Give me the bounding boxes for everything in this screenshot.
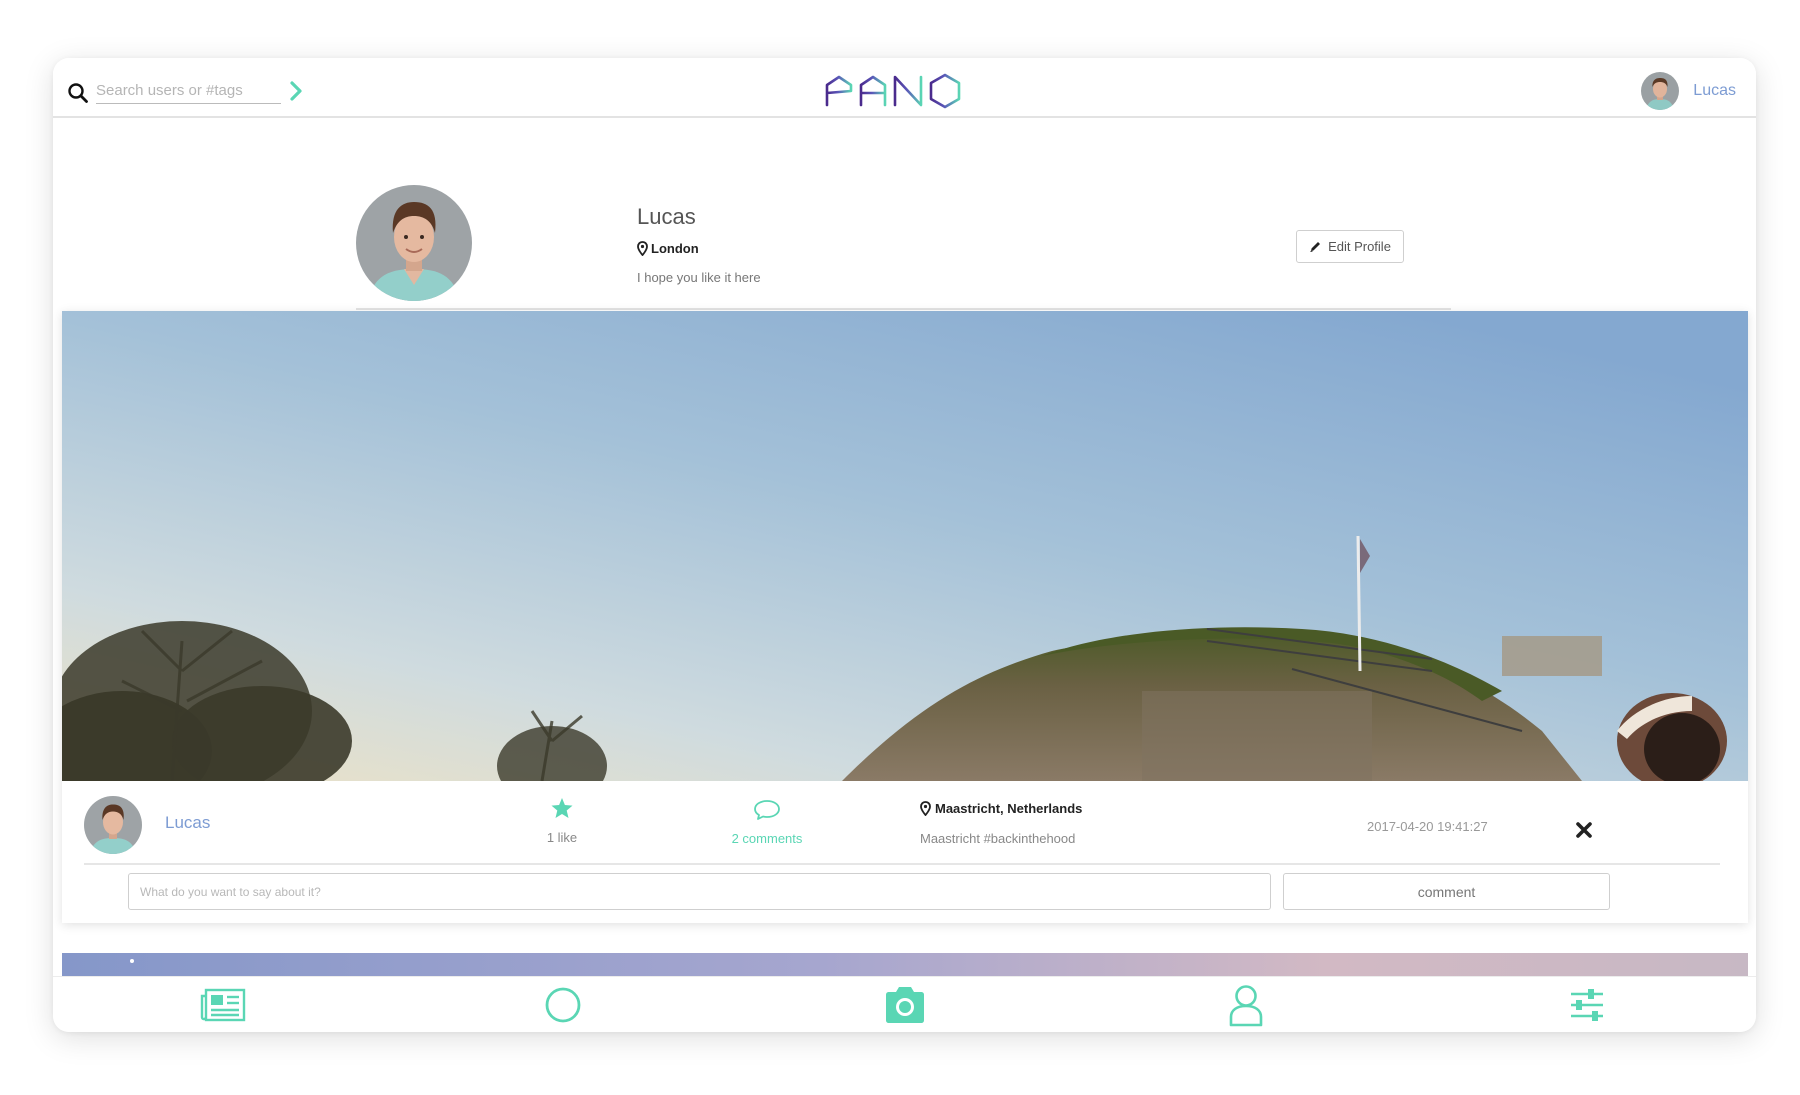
search-icon[interactable] xyxy=(67,82,89,104)
chevron-right-icon[interactable] xyxy=(287,80,305,102)
top-bar: Lucas xyxy=(53,58,1756,118)
nav-profile[interactable] xyxy=(1221,983,1271,1027)
header-username[interactable]: Lucas xyxy=(1693,82,1736,100)
comment-icon xyxy=(754,800,780,820)
post-timestamp: 2017-04-20 19:41:27 xyxy=(1367,819,1488,834)
header-user-menu[interactable]: Lucas xyxy=(1641,72,1736,110)
comment-input[interactable] xyxy=(128,873,1271,910)
post-location: Maastricht, Netherlands xyxy=(920,801,1082,816)
star-icon[interactable] xyxy=(550,797,574,820)
user-icon xyxy=(1229,985,1263,1027)
post-caption: Maastricht #backinthehood xyxy=(920,831,1076,846)
edit-profile-button[interactable]: Edit Profile xyxy=(1296,230,1404,263)
avatar xyxy=(1641,72,1680,110)
profile-bio: I hope you like it here xyxy=(637,270,761,285)
bottom-nav xyxy=(53,976,1756,1032)
post-author-avatar[interactable] xyxy=(84,796,142,854)
map-pin-icon xyxy=(637,241,648,256)
comment-count[interactable]: 2 comments xyxy=(722,831,812,846)
search-input[interactable] xyxy=(96,78,281,104)
nav-circle[interactable] xyxy=(538,983,588,1027)
map-pin-icon xyxy=(920,801,931,816)
camera-icon xyxy=(886,987,924,1023)
app-window: Lucas Lucas London I hope you like it he… xyxy=(53,58,1756,1032)
post-location-text: Maastricht, Netherlands xyxy=(935,801,1083,816)
comment-button[interactable]: comment xyxy=(1283,873,1610,910)
post-author-name[interactable]: Lucas xyxy=(165,813,210,833)
profile-avatar xyxy=(356,185,472,301)
newspaper-icon xyxy=(200,988,246,1022)
post-meta: Lucas 1 like 2 comments Maastricht, Neth xyxy=(62,781,1748,923)
sliders-icon xyxy=(1571,989,1603,1021)
like-count: 1 like xyxy=(546,830,578,845)
edit-profile-label: Edit Profile xyxy=(1328,239,1391,254)
profile-location-text: London xyxy=(651,241,699,256)
pencil-icon xyxy=(1310,242,1321,252)
post-card: Lucas 1 like 2 comments Maastricht, Neth xyxy=(62,311,1748,923)
app-logo[interactable] xyxy=(823,71,983,109)
like-block: 1 like xyxy=(532,797,592,845)
nav-settings[interactable] xyxy=(1562,983,1612,1027)
close-icon[interactable] xyxy=(1573,819,1595,841)
profile-name: Lucas xyxy=(637,204,696,229)
circle-icon xyxy=(545,987,581,1023)
nav-feed[interactable] xyxy=(198,983,248,1027)
divider xyxy=(84,863,1720,865)
post-photo[interactable] xyxy=(62,311,1748,781)
comments-link[interactable]: 2 comments xyxy=(722,799,812,846)
profile-location: London xyxy=(637,241,699,256)
nav-camera[interactable] xyxy=(880,983,930,1027)
